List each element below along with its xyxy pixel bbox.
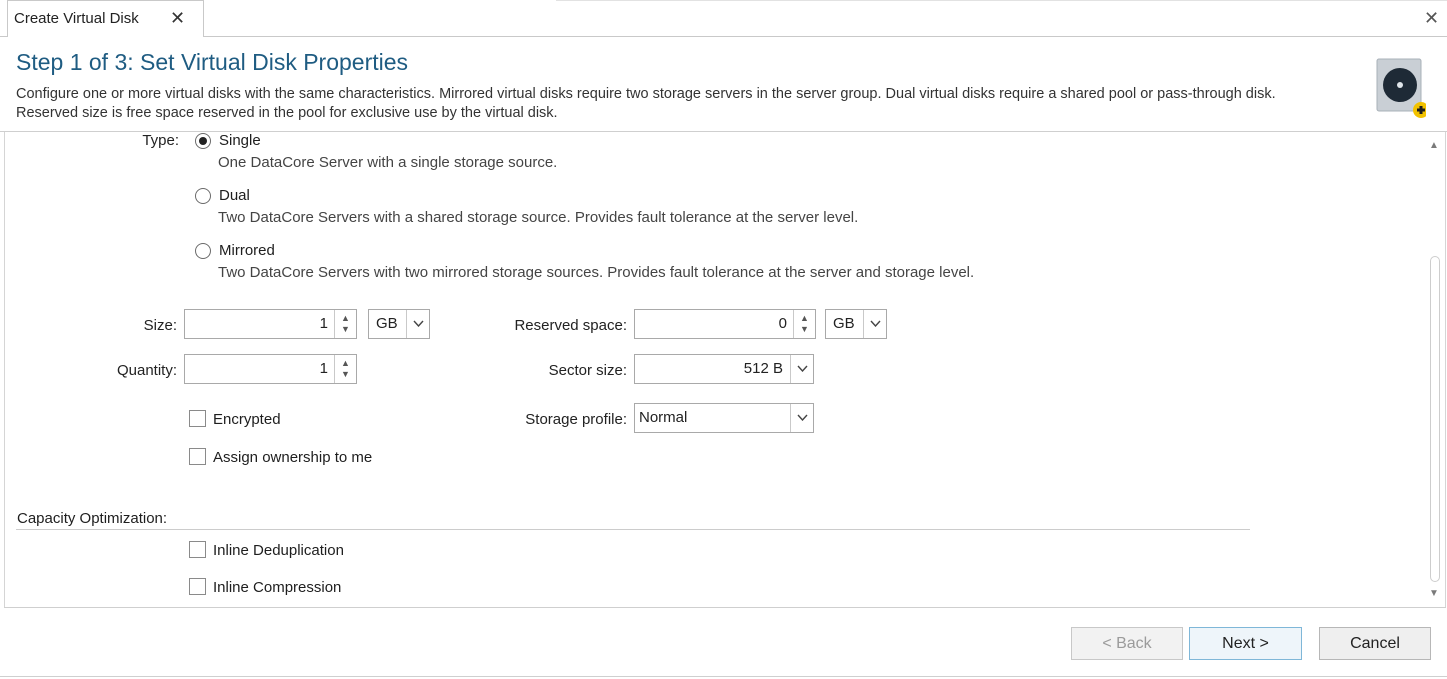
sector-size-dropdown[interactable]: 512 B: [634, 354, 814, 384]
type-dual-label[interactable]: Dual: [219, 187, 250, 204]
type-single-label[interactable]: Single: [219, 132, 261, 149]
inline-dedup-checkbox[interactable]: [189, 541, 206, 558]
storage-profile-label: Storage profile:: [525, 411, 627, 428]
type-single-desc: One DataCore Server with a single storag…: [218, 154, 558, 171]
cancel-button[interactable]: Cancel: [1319, 627, 1431, 660]
chevron-down-icon[interactable]: [790, 404, 813, 432]
tab-label: Create Virtual Disk: [14, 10, 139, 27]
scroll-down-icon[interactable]: ▼: [1429, 588, 1439, 599]
tab-strip-line-right: [203, 36, 1447, 37]
storage-profile-value: Normal: [639, 409, 688, 426]
radio-selected-dot: [199, 137, 207, 145]
type-single-radio[interactable]: [195, 133, 211, 149]
type-dual-desc: Two DataCore Servers with a shared stora…: [218, 209, 859, 226]
size-input[interactable]: 1 ▲ ▼: [184, 309, 357, 339]
encrypted-checkbox[interactable]: [189, 410, 206, 427]
reserved-space-value: 0: [778, 315, 787, 332]
size-label: Size:: [143, 317, 177, 334]
next-button[interactable]: Next >: [1189, 627, 1302, 660]
size-unit-value: GB: [376, 315, 398, 332]
reserved-space-spinner[interactable]: ▲ ▼: [793, 310, 815, 338]
chevron-down-icon[interactable]: [790, 355, 813, 383]
sector-size-label: Sector size:: [548, 362, 627, 379]
dialog-bottom-border: [0, 676, 1447, 677]
size-spinner[interactable]: ▲ ▼: [334, 310, 356, 338]
sector-size-value: 512 B: [743, 360, 783, 377]
chevron-down-icon[interactable]: [406, 310, 429, 338]
page-title: Step 1 of 3: Set Virtual Disk Properties: [16, 49, 409, 75]
capacity-optimization-divider: [16, 529, 1250, 530]
quantity-label: Quantity:: [116, 362, 177, 379]
size-value: 1: [319, 315, 328, 332]
scroll-area-bottom-border: [4, 607, 1446, 608]
spin-up-icon[interactable]: ▲: [341, 359, 350, 368]
assign-ownership-label[interactable]: Assign ownership to me: [213, 449, 372, 466]
chevron-down-icon[interactable]: [863, 310, 886, 338]
page-description: Configure one or more virtual disks with…: [16, 86, 1276, 121]
reserved-space-input[interactable]: 0 ▲ ▼: [634, 309, 816, 339]
quantity-value: 1: [319, 360, 328, 377]
spin-down-icon[interactable]: ▼: [800, 325, 809, 334]
tab-strip-line-left: [0, 36, 8, 37]
inline-dedup-label[interactable]: Inline Deduplication: [213, 542, 344, 559]
size-unit-dropdown[interactable]: GB: [368, 309, 430, 339]
reserved-space-label: Reserved space:: [514, 317, 627, 334]
spin-down-icon[interactable]: ▼: [341, 325, 350, 334]
spin-up-icon[interactable]: ▲: [341, 314, 350, 323]
tab-close-icon[interactable]: ✕: [170, 7, 185, 29]
spin-up-icon[interactable]: ▲: [800, 314, 809, 323]
reserved-space-unit-dropdown[interactable]: GB: [825, 309, 887, 339]
encrypted-label[interactable]: Encrypted: [213, 411, 281, 428]
type-label: Type:: [142, 132, 179, 149]
type-mirrored-label[interactable]: Mirrored: [219, 242, 275, 259]
scrollbar-thumb[interactable]: [1430, 256, 1440, 582]
window-close-icon[interactable]: ✕: [1424, 8, 1439, 29]
type-dual-radio[interactable]: [195, 188, 211, 204]
scroll-up-icon[interactable]: ▲: [1429, 140, 1439, 151]
properties-scroll-area[interactable]: Type: Single One DataCore Server with a …: [4, 132, 1446, 607]
inline-compression-label[interactable]: Inline Compression: [213, 579, 341, 596]
type-mirrored-radio[interactable]: [195, 243, 211, 259]
reserved-space-unit-value: GB: [833, 315, 855, 332]
storage-profile-dropdown[interactable]: Normal: [634, 403, 814, 433]
back-button[interactable]: < Back: [1071, 627, 1183, 660]
capacity-optimization-heading: Capacity Optimization:: [17, 510, 168, 527]
quantity-stepper[interactable]: 1 ▲ ▼: [184, 354, 357, 384]
inline-compression-checkbox[interactable]: [189, 578, 206, 595]
quantity-spinner[interactable]: ▲ ▼: [334, 355, 356, 383]
assign-ownership-checkbox[interactable]: [189, 448, 206, 465]
virtual-disk-add-icon: [1376, 58, 1429, 118]
type-mirrored-desc: Two DataCore Servers with two mirrored s…: [218, 264, 975, 281]
spin-down-icon[interactable]: ▼: [341, 370, 350, 379]
tab-strip-top-line: [556, 0, 1447, 1]
